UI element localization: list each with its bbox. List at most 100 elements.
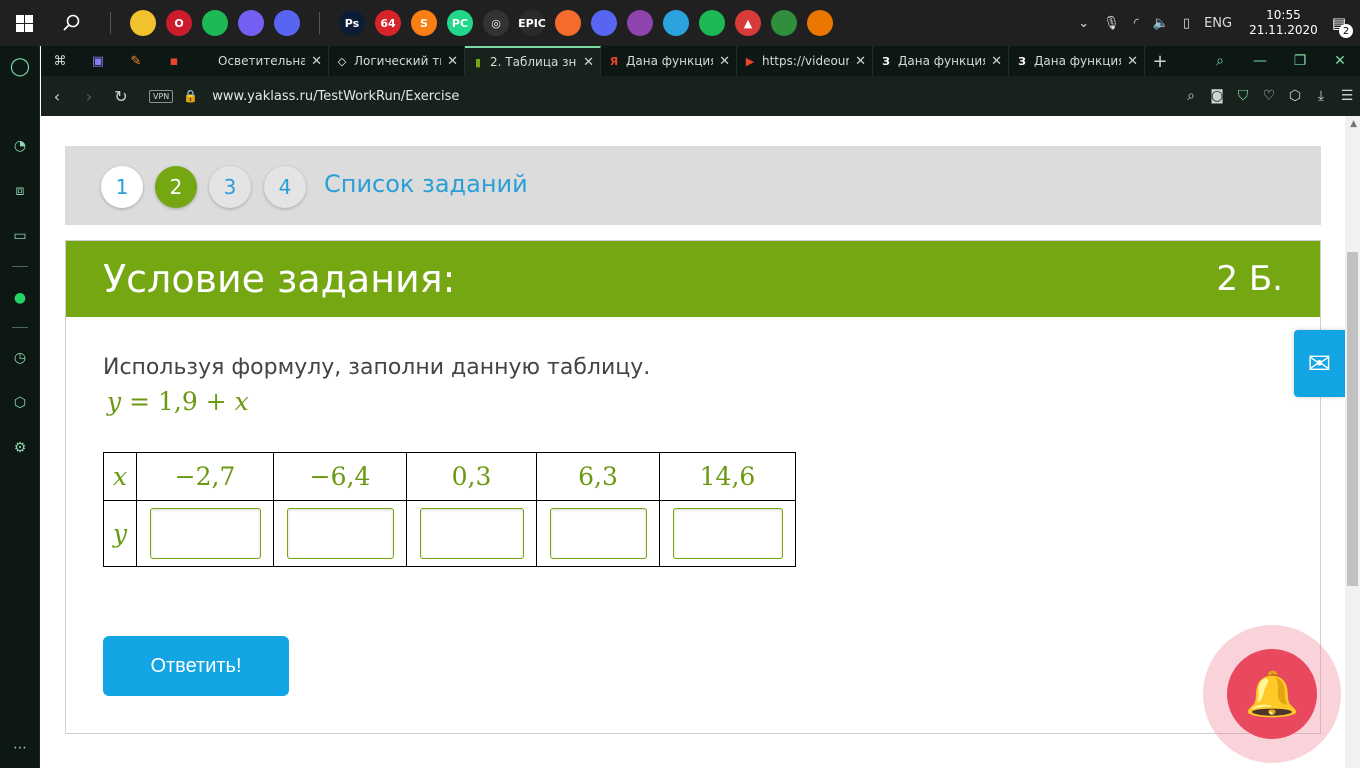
volume-icon[interactable]: 🔈 [1153, 16, 1169, 31]
taskbar-app-opera[interactable]: O [161, 0, 197, 46]
language-indicator[interactable]: ENG [1204, 16, 1232, 31]
notification-center-button[interactable]: ▤ 2 [1332, 14, 1353, 38]
history-icon[interactable]: ◷ [8, 346, 32, 370]
page-scrollbar[interactable]: ▲ [1345, 116, 1360, 768]
x-value-cell: 0,3 [406, 452, 537, 501]
tab-close-icon[interactable]: ✕ [311, 54, 322, 69]
y-answer-input-3[interactable] [419, 508, 524, 559]
reload-button[interactable]: ↻ [105, 87, 137, 106]
tab-search-icon[interactable]: ⌕ [1200, 53, 1240, 69]
browser-address-bar: ‹ › ↻ VPN 🔒 www.yaklass.ru/TestWorkRun/E… [41, 76, 1360, 116]
taskbar-app-epic-games[interactable]: EPIC [514, 0, 550, 46]
maximize-icon[interactable]: ❐ [1280, 53, 1320, 69]
taskbar-app-ubisoft[interactable]: ◎ [478, 0, 514, 46]
taskbar-app-sublime[interactable]: S [406, 0, 442, 46]
microphone-icon[interactable]: 🎙 [1103, 16, 1120, 31]
browser-tab[interactable]: ▶ https://videour ✕ [737, 46, 873, 76]
taskbar-app-discord-2[interactable] [586, 0, 622, 46]
url-field[interactable]: www.yaklass.ru/TestWorkRun/Exercise [212, 89, 459, 104]
cube-icon[interactable]: ⬡ [1282, 88, 1308, 104]
taskbar-app-origin[interactable] [550, 0, 586, 46]
browser-tab[interactable]: Осветительная ✕ [193, 46, 329, 76]
tab-close-icon[interactable]: ✕ [991, 54, 1002, 69]
tab-close-icon[interactable]: ✕ [855, 54, 866, 69]
settings-gear-icon[interactable]: ⚙ [8, 436, 32, 460]
taskbar-app-apex[interactable]: ▲ [730, 0, 766, 46]
scrollbar-thumb[interactable] [1347, 252, 1358, 586]
new-tab-button[interactable]: + [1145, 46, 1175, 76]
taskbar-app-globe[interactable] [766, 0, 802, 46]
taskbar-app-podcasts[interactable] [622, 0, 658, 46]
tab-favicon-icon: Я [609, 54, 619, 68]
y-answer-input-1[interactable] [149, 508, 261, 559]
y-answer-input-2[interactable] [286, 508, 394, 559]
task-number-4[interactable]: 4 [264, 166, 306, 208]
gamer-bag-icon[interactable]: ⧈ [8, 179, 32, 203]
network-icon[interactable]: ◜ [1134, 16, 1139, 31]
taskbar-app-pycharm[interactable]: PC [442, 0, 478, 46]
taskbar-app-app-64[interactable]: 64 [370, 0, 406, 46]
tab-favicon-icon: ▶ [745, 54, 755, 68]
twitch-icon[interactable]: ▭ [8, 224, 32, 248]
tab-close-icon[interactable]: ✕ [719, 54, 730, 69]
more-options-icon[interactable]: ⋯ [8, 736, 32, 760]
lock-icon[interactable]: 🔒 [183, 89, 198, 103]
windows-taskbar: O Ps 64 S PC ◎ EPIC ▲ ⌄ 🎙 ◜ 🔈 ▯ ENG 10:55 21.1… [0, 0, 1360, 46]
back-button[interactable]: ‹ [41, 87, 73, 106]
scroll-up-arrow-icon[interactable]: ▲ [1350, 119, 1357, 129]
taskbar-app-blender[interactable] [802, 0, 838, 46]
camera-icon[interactable]: ◙ [1204, 88, 1230, 104]
table-row-y: y [103, 500, 796, 567]
tab-close-icon[interactable]: ✕ [583, 55, 594, 70]
whatsapp-icon[interactable]: ● [8, 286, 32, 310]
windows-start-button[interactable] [0, 0, 48, 46]
task-number-2[interactable]: 2 [155, 166, 197, 208]
taskbar-clock[interactable]: 10:55 21.11.2020 [1249, 8, 1318, 38]
taskbar-app-spotify-2[interactable] [694, 0, 730, 46]
taskbar-app-file-explorer[interactable] [125, 0, 161, 46]
forward-button[interactable]: › [73, 87, 105, 106]
taskbar-app-photoshop[interactable]: Ps [334, 0, 370, 46]
close-window-icon[interactable]: ✕ [1320, 53, 1360, 69]
taskbar-app-spotify[interactable] [197, 0, 233, 46]
taskbar-app-discord[interactable] [269, 0, 305, 46]
tab-list: Осветительная ✕ ◇ Логический ти ✕ ▮ 2. Таблица… [193, 46, 1145, 76]
pinned-tab-tool[interactable]: ✎ [117, 46, 155, 76]
task-list-link[interactable]: Список заданий [324, 170, 528, 198]
chevron-up-icon[interactable]: ⌄ [1078, 16, 1089, 31]
opera-menu-icon[interactable]: ◯ [8, 54, 32, 78]
minimize-icon[interactable]: — [1240, 53, 1280, 69]
feedback-button[interactable]: ✉ [1294, 330, 1345, 397]
tab-close-icon[interactable]: ✕ [1127, 54, 1138, 69]
browser-tab[interactable]: З Дана функция ✕ [1009, 46, 1145, 76]
adblock-shield-icon[interactable]: ⛉ [1230, 88, 1256, 104]
taskbar-app-telegram[interactable] [658, 0, 694, 46]
vpn-badge[interactable]: VPN [149, 89, 174, 103]
pinned-tab-gx-corner[interactable]: ⌘ [41, 46, 79, 76]
task-number-1[interactable]: 1 [101, 166, 143, 208]
easy-setup-icon[interactable]: ☰ [1334, 88, 1360, 104]
taskbar-app-viber[interactable] [233, 0, 269, 46]
submit-answer-button[interactable]: Ответить! [103, 636, 289, 696]
task-number-3[interactable]: 3 [209, 166, 251, 208]
pinned-tab-twitch[interactable]: ▣ [79, 46, 117, 76]
notifications-bell-button[interactable]: 🔔 [1203, 625, 1341, 763]
battery-icon[interactable]: ▯ [1183, 16, 1190, 31]
tab-favicon-icon [199, 54, 213, 68]
heart-icon[interactable]: ♡ [1256, 88, 1282, 104]
exercise-title: Условие задания: [103, 257, 456, 301]
tab-close-icon[interactable]: ✕ [447, 54, 458, 69]
y-answer-input-5[interactable] [672, 508, 783, 559]
browser-tab[interactable]: З Дана функция ✕ [873, 46, 1009, 76]
browser-tab[interactable]: Я Дана функция ✕ [601, 46, 737, 76]
download-icon[interactable]: ⤓ [1308, 88, 1334, 104]
browser-tab[interactable]: ▮ 2. Таблица зна ✕ [465, 46, 601, 76]
taskbar-search-button[interactable] [48, 0, 96, 46]
speed-dial-icon[interactable]: ◔ [8, 134, 32, 158]
extensions-icon[interactable]: ⬡ [8, 391, 32, 415]
browser-tab[interactable]: ◇ Логический ти ✕ [329, 46, 465, 76]
pinned-tab-red[interactable]: ▪ [155, 46, 193, 76]
y-answer-input-4[interactable] [549, 508, 647, 559]
address-bar-actions: ⌕ ◙ ⛉ ♡ ⬡ ⤓ ☰ [1178, 88, 1360, 104]
zoom-icon[interactable]: ⌕ [1178, 88, 1204, 104]
